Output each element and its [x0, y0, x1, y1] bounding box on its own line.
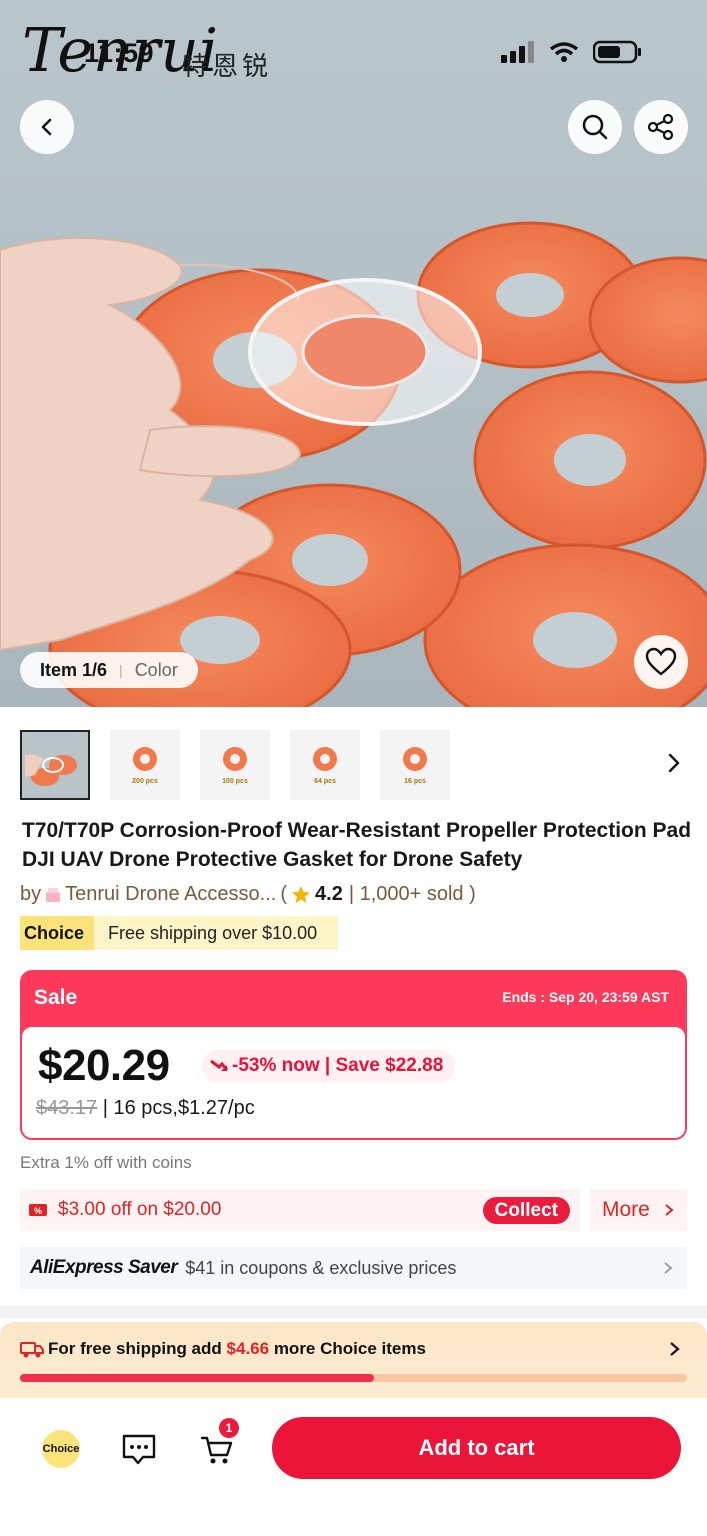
svg-text:%: % — [34, 1206, 42, 1216]
gallery-variant: Color — [134, 659, 178, 680]
trend-down-icon — [210, 1059, 228, 1071]
add-to-cart-button[interactable]: Add to cart — [272, 1417, 681, 1479]
battery-icon — [593, 40, 641, 64]
product-image[interactable]: Tenrui 11:59 特恩锐 Item 1/6 | Color — [0, 0, 707, 707]
shipping-progress-fill — [20, 1374, 374, 1382]
choice-button[interactable]: Choice — [42, 1430, 80, 1468]
gallery-indicator: Item 1/6 | Color — [20, 652, 198, 688]
back-button[interactable] — [20, 100, 74, 154]
current-price: $20.29 — [38, 1041, 170, 1090]
shipping-suffix: more Choice items — [273, 1339, 426, 1358]
thumbnail-label: 200 pcs — [132, 777, 158, 785]
store-name[interactable]: Tenrui Drone Accesso... — [65, 883, 276, 906]
coins-note: Extra 1% off with coins — [20, 1153, 192, 1172]
coupon-text: $3.00 off on $20.00 — [58, 1199, 222, 1220]
sale-label: Sale — [34, 986, 78, 1009]
gasket-icon — [403, 746, 427, 771]
sale-card: Sale Ends : Sep 20, 23:59 AST $20.29 -53… — [20, 970, 687, 1140]
cart-icon[interactable] — [200, 1434, 234, 1466]
thumbnail-4[interactable]: 64 pcs — [290, 730, 360, 800]
signal-icon — [501, 41, 534, 63]
gasket-icon — [223, 746, 247, 771]
shipping-amount: $4.66 — [226, 1339, 270, 1358]
chat-icon[interactable] — [121, 1433, 157, 1465]
chevron-left-icon — [41, 118, 52, 136]
thumbnail-label: 100 pcs — [222, 777, 248, 785]
coupon-row[interactable]: % $3.00 off on $20.00 Collect — [20, 1189, 580, 1231]
choice-shipping-text: Free shipping over $10.00 — [108, 922, 318, 943]
shipping-text: For free shipping add $4.66 more Choice … — [48, 1339, 426, 1359]
price-box: $20.29 -53% now | Save $22.88 $43.17 | 1… — [22, 1027, 685, 1138]
status-time: 11:59 — [84, 38, 155, 68]
search-icon — [582, 114, 608, 140]
chevron-right-icon — [670, 1342, 680, 1356]
section-divider — [0, 1306, 707, 1318]
shipping-prefix: For free shipping add — [48, 1339, 222, 1358]
wishlist-button[interactable] — [634, 635, 688, 689]
saver-row[interactable]: AliExpress Saver $41 in coupons & exclus… — [20, 1247, 687, 1289]
free-shipping-banner[interactable]: For free shipping add $4.66 more Choice … — [0, 1322, 707, 1398]
brand-chinese: 特恩锐 — [182, 52, 273, 82]
thumbnail-5[interactable]: 16 pcs — [380, 730, 450, 800]
open-paren: ( — [280, 883, 288, 905]
gallery-position: Item 1/6 — [40, 659, 108, 680]
thumbnail-3[interactable]: 100 pcs — [200, 730, 270, 800]
cart-count-badge: 1 — [219, 1418, 239, 1438]
sale-ends: Ends : Sep 20, 23:59 AST — [502, 989, 669, 1005]
old-price-row: $43.17 | 16 pcs,$1.27/pc — [36, 1097, 255, 1120]
thumbnail-label: 16 pcs — [404, 777, 426, 785]
product-title: T70/T70P Corrosion-Proof Wear-Resistant … — [22, 819, 692, 871]
coupon-icon: % — [29, 1204, 47, 1216]
star-icon — [292, 885, 311, 903]
gasket-icon — [313, 746, 337, 771]
wifi-icon — [549, 42, 579, 62]
thumbnail-1[interactable] — [20, 730, 90, 800]
unit-price-info: | 16 pcs,$1.27/pc — [102, 1097, 255, 1119]
thumbnail-strip: 200 pcs 100 pcs 64 pcs 16 pcs — [20, 730, 450, 800]
sold-count: | 1,000+ sold ) — [348, 883, 476, 905]
discount-text: -53% now | Save $22.88 — [232, 1055, 444, 1076]
store-icon — [46, 887, 61, 902]
store-byline: by Tenrui Drone Accesso... ( 4.2 | 1,000… — [20, 883, 476, 906]
share-icon — [647, 113, 674, 141]
chevron-right-icon — [665, 1204, 674, 1216]
more-label: More — [602, 1198, 650, 1221]
bottom-action-bar: Choice 1 Add to cart — [0, 1398, 707, 1536]
discount-badge: -53% now | Save $22.88 — [202, 1050, 456, 1082]
rating-value: 4.2 — [315, 883, 343, 905]
thumbnail-image — [25, 754, 77, 786]
choice-shipping-strip: Choice Free shipping over $10.00 — [20, 916, 338, 950]
truck-icon — [20, 1342, 44, 1358]
chevron-right-icon — [664, 1262, 673, 1274]
chevron-right-icon[interactable] — [667, 752, 681, 774]
search-button[interactable] — [568, 100, 622, 154]
thumbnail-2[interactable]: 200 pcs — [110, 730, 180, 800]
share-button[interactable] — [634, 100, 688, 154]
old-price: $43.17 — [36, 1097, 98, 1119]
collect-button[interactable]: Collect — [482, 1197, 570, 1224]
aliexpress-saver-logo: AliExpress Saver — [30, 1257, 178, 1278]
heart-icon — [645, 647, 677, 676]
by-label: by — [20, 883, 42, 905]
status-icons — [501, 40, 643, 64]
pill-divider: | — [119, 662, 123, 678]
choice-tag: Choice — [20, 916, 95, 950]
saver-text: $41 in coupons & exclusive prices — [185, 1257, 457, 1278]
more-coupons-button[interactable]: More — [590, 1189, 687, 1231]
shipping-progress-track — [20, 1374, 687, 1382]
thumbnail-label: 64 pcs — [314, 777, 336, 785]
gasket-icon — [133, 746, 157, 771]
